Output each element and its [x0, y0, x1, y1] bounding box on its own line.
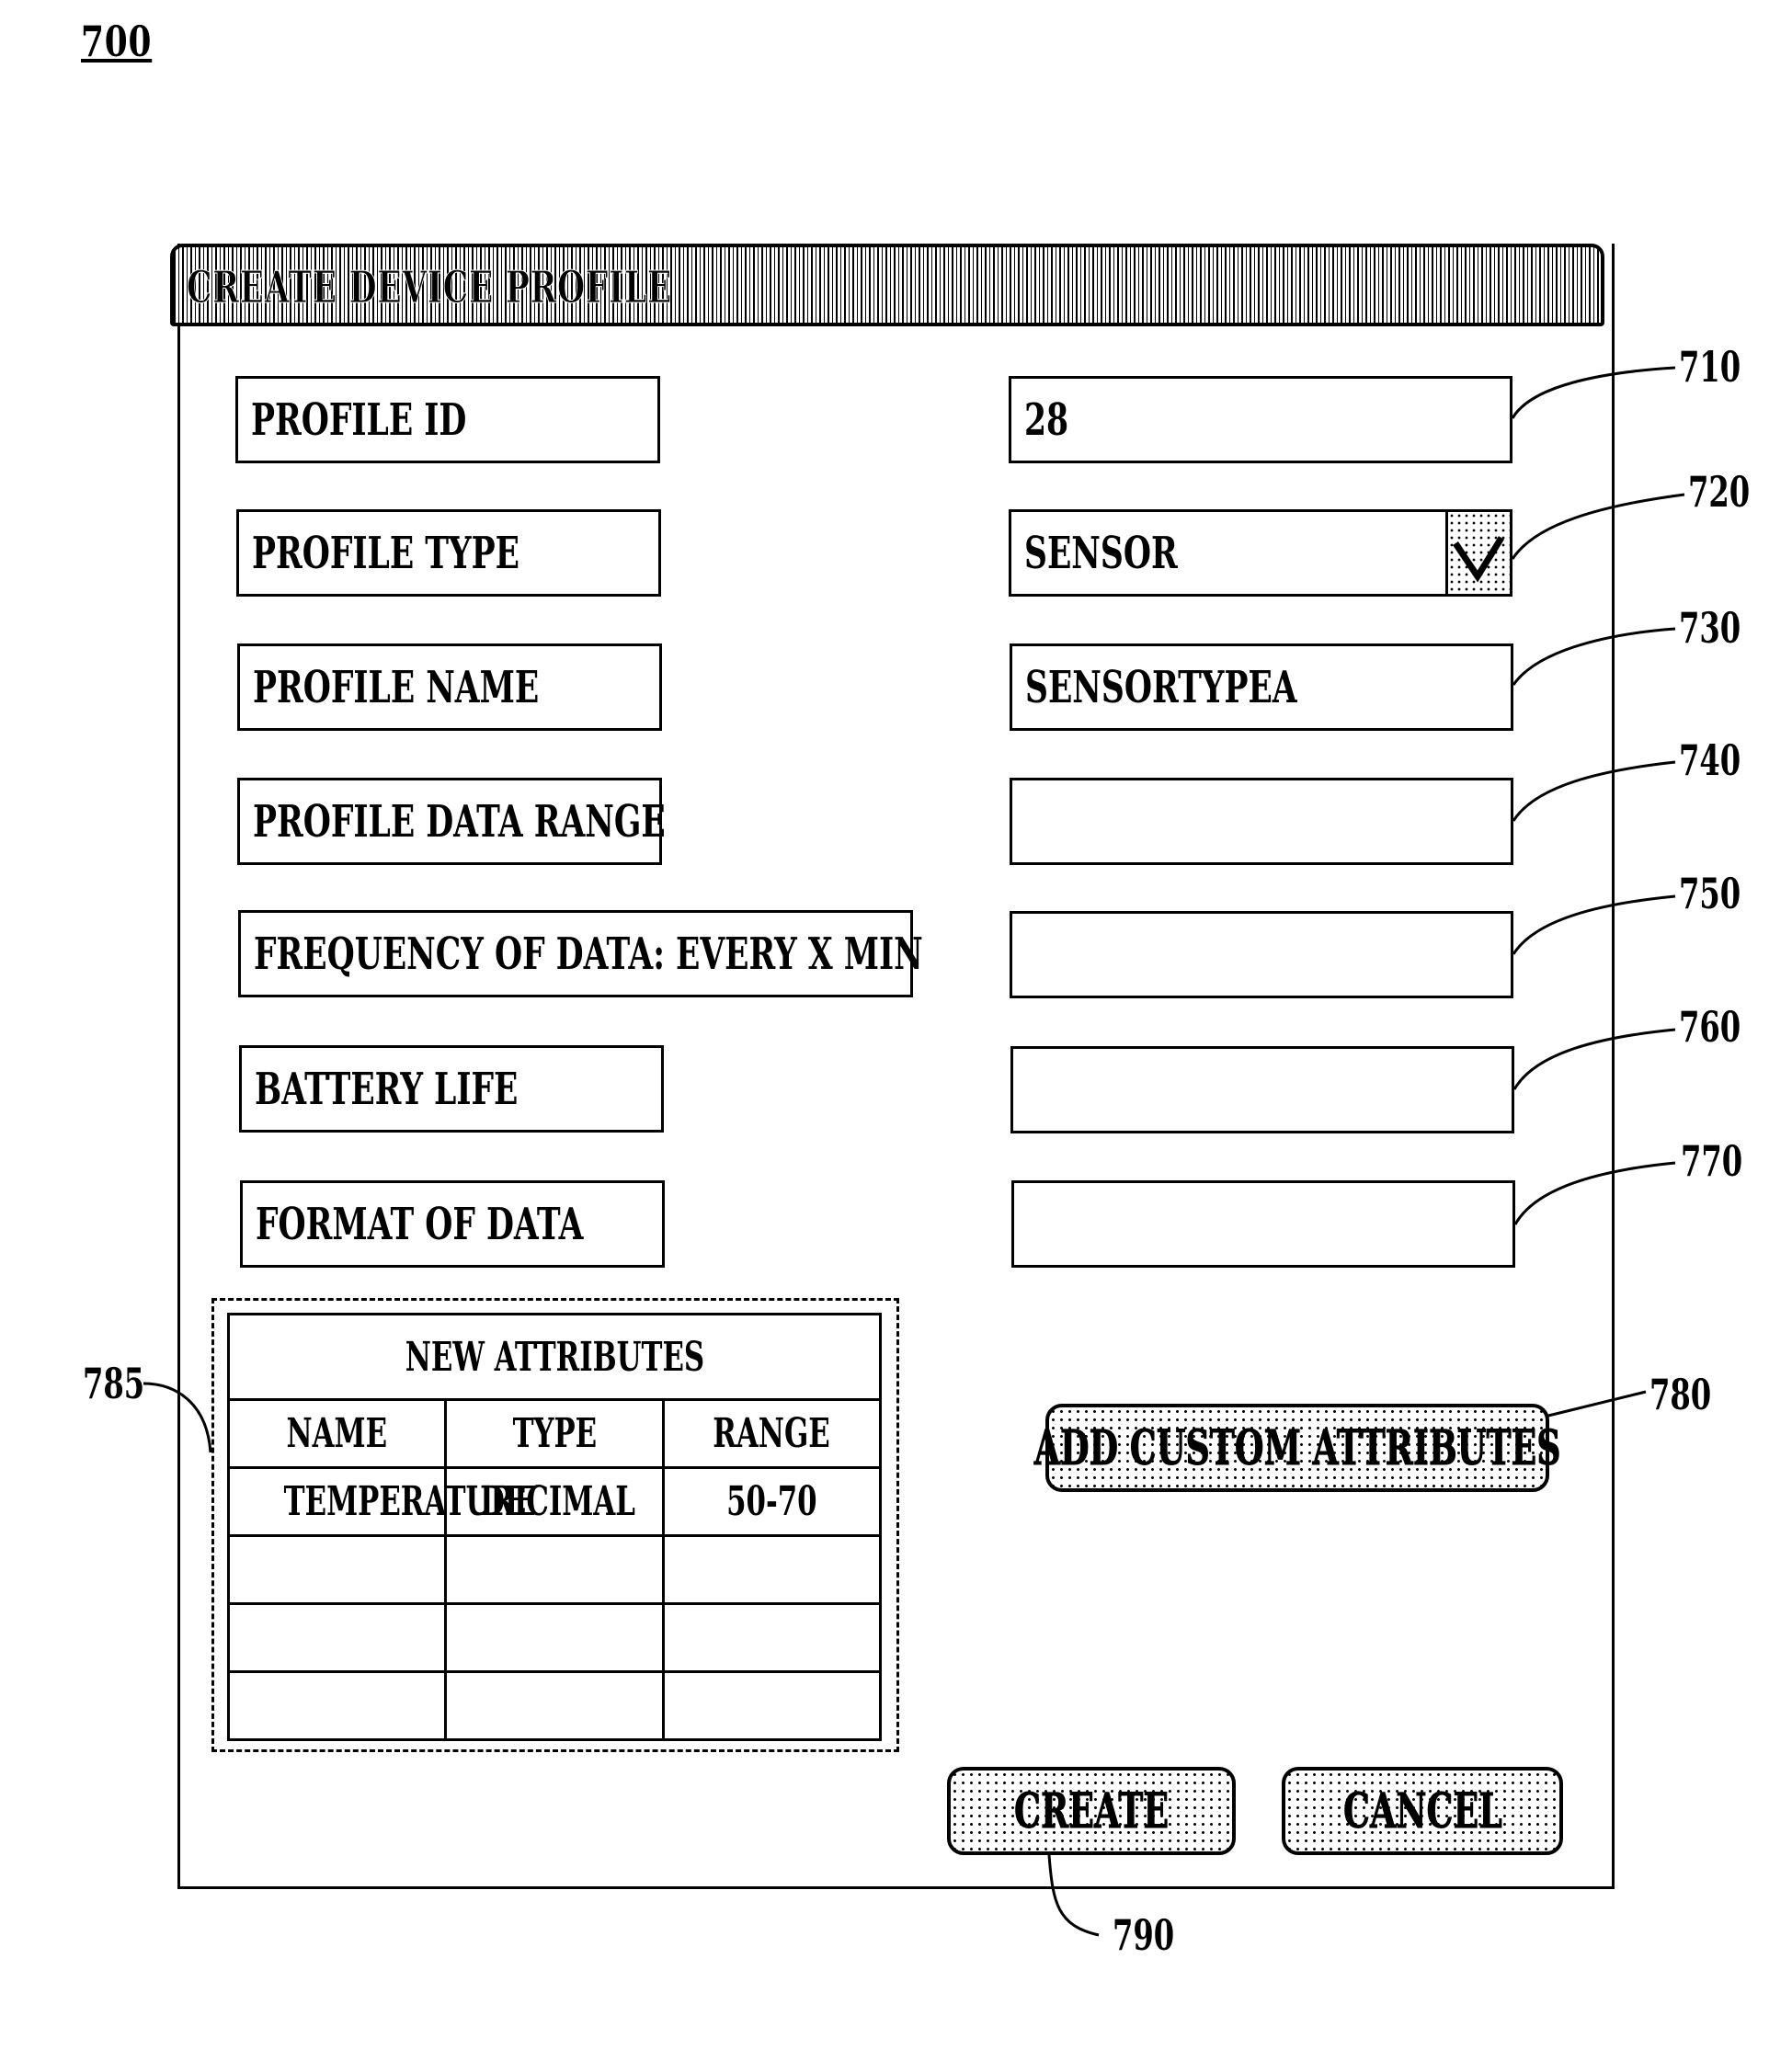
- column-header-name: NAME: [226, 1398, 448, 1469]
- button-label: CREATE: [1013, 1782, 1170, 1839]
- label-text: PROFILE TYPE: [252, 527, 519, 579]
- cell-range[interactable]: [661, 1670, 883, 1741]
- label-text: FORMAT OF DATA: [256, 1198, 584, 1250]
- dropdown-button[interactable]: [1445, 512, 1510, 594]
- profile-id-input[interactable]: 28: [1009, 376, 1512, 463]
- cancel-button[interactable]: CANCEL: [1282, 1767, 1563, 1855]
- table-row[interactable]: [226, 1534, 883, 1605]
- cell-name[interactable]: [226, 1670, 448, 1741]
- input-value: 28: [1024, 393, 1069, 446]
- table-title: NEW ATTRIBUTES: [227, 1313, 882, 1401]
- label-profile-id: PROFILE ID: [235, 376, 660, 463]
- dialog-title-bar: CREATE DEVICE PROFILE: [170, 244, 1604, 326]
- label-battery-life: BATTERY LIFE: [239, 1045, 664, 1133]
- column-header-range: RANGE: [661, 1398, 883, 1469]
- label-profile-name: PROFILE NAME: [237, 643, 662, 731]
- label-text: PROFILE NAME: [253, 661, 540, 713]
- ref-710: 710: [1679, 342, 1741, 392]
- ref-770: 770: [1681, 1136, 1743, 1186]
- profile-name-input[interactable]: SENSORTYPEA: [1010, 643, 1513, 731]
- button-label: ADD CUSTOM ATTRIBUTES: [1033, 1419, 1561, 1476]
- button-label: CANCEL: [1342, 1782, 1502, 1839]
- cell-name[interactable]: [226, 1534, 448, 1605]
- label-frequency-of-data: FREQUENCY OF DATA: EVERY X MIN: [238, 910, 923, 997]
- input-value: SENSORTYPEA: [1025, 661, 1297, 713]
- frequency-of-data-input[interactable]: [1010, 911, 1513, 998]
- ref-750: 750: [1679, 869, 1741, 918]
- battery-life-input[interactable]: [1010, 1046, 1514, 1133]
- ref-720: 720: [1688, 467, 1751, 517]
- cell-range[interactable]: [661, 1534, 883, 1605]
- cell-name[interactable]: [226, 1602, 448, 1673]
- ref-760: 760: [1679, 1002, 1741, 1052]
- cell-type[interactable]: [444, 1534, 665, 1605]
- select-value: SENSOR: [1024, 527, 1178, 579]
- label-text: PROFILE ID: [251, 393, 467, 446]
- format-of-data-input[interactable]: [1011, 1180, 1515, 1268]
- table-row[interactable]: [226, 1670, 883, 1741]
- chevron-down-icon: [1453, 536, 1504, 583]
- ref-780: 780: [1649, 1370, 1712, 1419]
- dialog-title: CREATE DEVICE PROFILE: [187, 262, 673, 314]
- ref-785: 785: [83, 1359, 145, 1408]
- label-text: FREQUENCY OF DATA: EVERY X MIN: [254, 928, 923, 980]
- label-profile-data-range: PROFILE DATA RANGE: [237, 778, 666, 865]
- table-row[interactable]: TEMPERATURE DECIMAL 50-70: [226, 1466, 883, 1537]
- add-custom-attributes-button[interactable]: ADD CUSTOM ATTRIBUTES: [1033, 1404, 1561, 1492]
- label-text: PROFILE DATA RANGE: [253, 795, 666, 848]
- ref-730: 730: [1679, 603, 1741, 653]
- new-attributes-table: NEW ATTRIBUTES NAME TYPE RANGE TEMPERATU…: [226, 1313, 883, 1741]
- figure-label: 700: [81, 17, 153, 66]
- label-format-of-data: FORMAT OF DATA: [240, 1180, 665, 1268]
- cell-name[interactable]: TEMPERATURE: [226, 1466, 535, 1537]
- column-header-type: TYPE: [444, 1398, 665, 1469]
- profile-data-range-input[interactable]: [1010, 778, 1513, 865]
- ref-790: 790: [1113, 1910, 1175, 1960]
- cell-range[interactable]: 50-70: [661, 1466, 883, 1537]
- label-text: BATTERY LIFE: [255, 1063, 519, 1115]
- cell-range[interactable]: [661, 1602, 883, 1673]
- label-profile-type: PROFILE TYPE: [236, 509, 661, 597]
- ref-740: 740: [1679, 735, 1741, 785]
- create-button[interactable]: CREATE: [947, 1767, 1236, 1855]
- table-row[interactable]: [226, 1602, 883, 1673]
- profile-type-select[interactable]: SENSOR: [1009, 509, 1512, 597]
- cell-type[interactable]: [444, 1602, 665, 1673]
- cell-type[interactable]: [444, 1670, 665, 1741]
